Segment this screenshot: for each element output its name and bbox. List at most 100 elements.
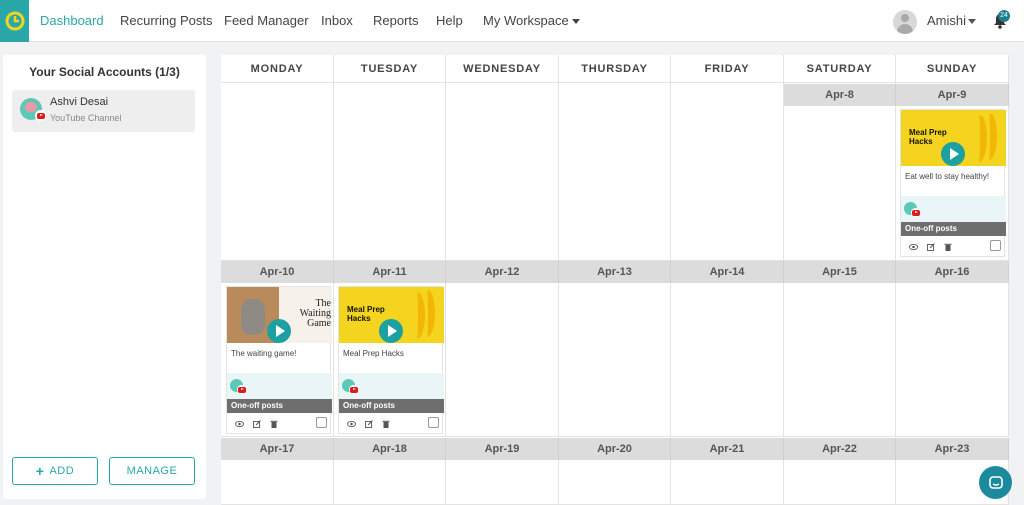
social-accounts-panel: Your Social Accounts (1/3) Ashvi Desai Y… — [3, 55, 206, 499]
calendar-cell-apr-21[interactable] — [671, 460, 784, 505]
delete-icon[interactable] — [382, 420, 390, 428]
date-label-apr-11: Apr-11 — [334, 261, 446, 283]
post-thumbnail[interactable]: Meal Prep Hacks — [339, 287, 444, 343]
day-header-monday: MONDAY — [221, 55, 334, 83]
post-caption: Meal Prep Hacks — [343, 349, 404, 358]
eye-icon[interactable] — [347, 420, 356, 428]
calendar-cell[interactable] — [671, 83, 784, 261]
date-label-apr-22: Apr-22 — [784, 438, 896, 460]
user-avatar[interactable] — [893, 10, 917, 34]
calendar-cell[interactable] — [559, 83, 671, 261]
post-type-label: One-off posts — [227, 399, 332, 413]
day-header-saturday: SATURDAY — [784, 55, 896, 83]
post-select-checkbox[interactable] — [316, 417, 327, 428]
date-label-apr-14: Apr-14 — [671, 261, 784, 283]
calendar-cell-apr-15[interactable] — [784, 283, 896, 437]
calendar-cell-apr-14[interactable] — [671, 283, 784, 437]
user-menu-chevron-icon[interactable] — [968, 19, 976, 24]
delete-icon[interactable] — [944, 243, 952, 251]
day-header-sunday: SUNDAY — [896, 55, 1009, 83]
eye-icon[interactable] — [909, 243, 918, 251]
day-header-wednesday: WEDNESDAY — [446, 55, 559, 83]
date-label-apr-9: Apr-9 — [896, 84, 1009, 106]
nav-recurring-posts[interactable]: Recurring Posts — [120, 0, 212, 42]
date-label-apr-8: Apr-8 — [784, 84, 896, 106]
chat-icon — [988, 475, 1003, 489]
post-select-checkbox[interactable] — [428, 417, 439, 428]
post-type-label: One-off posts — [901, 222, 1006, 236]
post-account-row — [227, 373, 332, 399]
manage-accounts-button[interactable]: MANAGE — [109, 457, 195, 485]
calendar-cell-apr-22[interactable] — [784, 460, 896, 505]
post-card-apr-11[interactable]: Meal Prep Hacks Meal Prep Hacks One-off … — [338, 286, 444, 435]
day-header-thursday: THURSDAY — [559, 55, 671, 83]
calendar-cell-apr-16[interactable] — [896, 283, 1009, 437]
date-label-apr-18: Apr-18 — [334, 438, 446, 460]
nav-reports[interactable]: Reports — [373, 0, 419, 42]
youtube-icon — [237, 385, 246, 394]
calendar-cell[interactable] — [221, 83, 334, 261]
play-icon[interactable] — [941, 142, 965, 166]
date-label-apr-16: Apr-16 — [896, 261, 1009, 283]
youtube-icon — [35, 110, 46, 121]
social-accounts-title: Your Social Accounts (1/3) — [29, 65, 180, 79]
calendar-grid: MONDAY TUESDAY WEDNESDAY THURSDAY FRIDAY… — [221, 55, 1009, 505]
calendar-cell-apr-12[interactable] — [446, 283, 559, 437]
add-account-button[interactable]: + ADD — [12, 457, 98, 485]
thumbnail-title: The Waiting Game — [299, 298, 331, 329]
calendar-cell[interactable] — [446, 83, 559, 261]
calendar-cell-apr-8[interactable] — [784, 83, 896, 261]
clock-logo-icon — [5, 11, 24, 31]
post-actions — [901, 236, 1006, 258]
post-thumbnail[interactable]: Meal Prep Hacks — [901, 110, 1006, 166]
post-select-checkbox[interactable] — [990, 240, 1001, 251]
post-thumbnail[interactable]: The Waiting Game — [227, 287, 332, 343]
account-card[interactable]: Ashvi Desai YouTube Channel — [12, 90, 195, 132]
post-caption: The waiting game! — [231, 349, 297, 358]
top-navbar: Dashboard Recurring Posts Feed Manager I… — [0, 0, 1024, 42]
post-card-apr-10[interactable]: The Waiting Game The waiting game! One-o… — [226, 286, 332, 435]
post-type-label: One-off posts — [339, 399, 444, 413]
calendar-cell-apr-20[interactable] — [559, 460, 671, 505]
nav-my-workspace[interactable]: My Workspace — [483, 0, 580, 42]
post-actions — [339, 413, 444, 435]
date-label-apr-15: Apr-15 — [784, 261, 896, 283]
date-label-apr-13: Apr-13 — [559, 261, 671, 283]
post-card-apr-9[interactable]: Meal Prep Hacks Eat well to stay healthy… — [900, 109, 1006, 258]
edit-icon[interactable] — [253, 420, 261, 428]
chevron-down-icon — [571, 19, 580, 25]
date-label-apr-20: Apr-20 — [559, 438, 671, 460]
date-label-apr-10: Apr-10 — [221, 261, 334, 283]
notification-badge: 24 — [998, 10, 1010, 22]
app-logo[interactable] — [0, 0, 29, 42]
date-label-apr-23: Apr-23 — [896, 438, 1009, 460]
calendar-cell-apr-19[interactable] — [446, 460, 559, 505]
play-icon[interactable] — [379, 319, 403, 343]
date-label-apr-21: Apr-21 — [671, 438, 784, 460]
delete-icon[interactable] — [270, 420, 278, 428]
nav-feed-manager[interactable]: Feed Manager — [224, 0, 309, 42]
user-name[interactable]: Amishi — [927, 0, 966, 42]
chat-support-button[interactable] — [979, 466, 1012, 499]
post-actions — [227, 413, 332, 435]
post-caption: Eat well to stay healthy! — [905, 172, 990, 181]
calendar-cell-apr-18[interactable] — [334, 460, 446, 505]
date-label-apr-17: Apr-17 — [221, 438, 334, 460]
youtube-icon — [911, 208, 920, 217]
calendar-cell-apr-17[interactable] — [221, 460, 334, 505]
eye-icon[interactable] — [235, 420, 244, 428]
calendar-cell[interactable] — [334, 83, 446, 261]
calendar-cell-apr-13[interactable] — [559, 283, 671, 437]
play-icon[interactable] — [267, 319, 291, 343]
date-label-apr-19: Apr-19 — [446, 438, 559, 460]
edit-icon[interactable] — [927, 243, 935, 251]
workspace-label: My Workspace — [483, 13, 569, 28]
plus-icon: + — [35, 463, 45, 479]
edit-icon[interactable] — [365, 420, 373, 428]
date-label-apr-12: Apr-12 — [446, 261, 559, 283]
nav-dashboard[interactable]: Dashboard — [40, 0, 104, 42]
add-button-label: ADD — [49, 465, 75, 477]
nav-inbox[interactable]: Inbox — [321, 0, 353, 42]
user-silhouette-icon — [901, 14, 909, 22]
nav-help[interactable]: Help — [436, 0, 463, 42]
